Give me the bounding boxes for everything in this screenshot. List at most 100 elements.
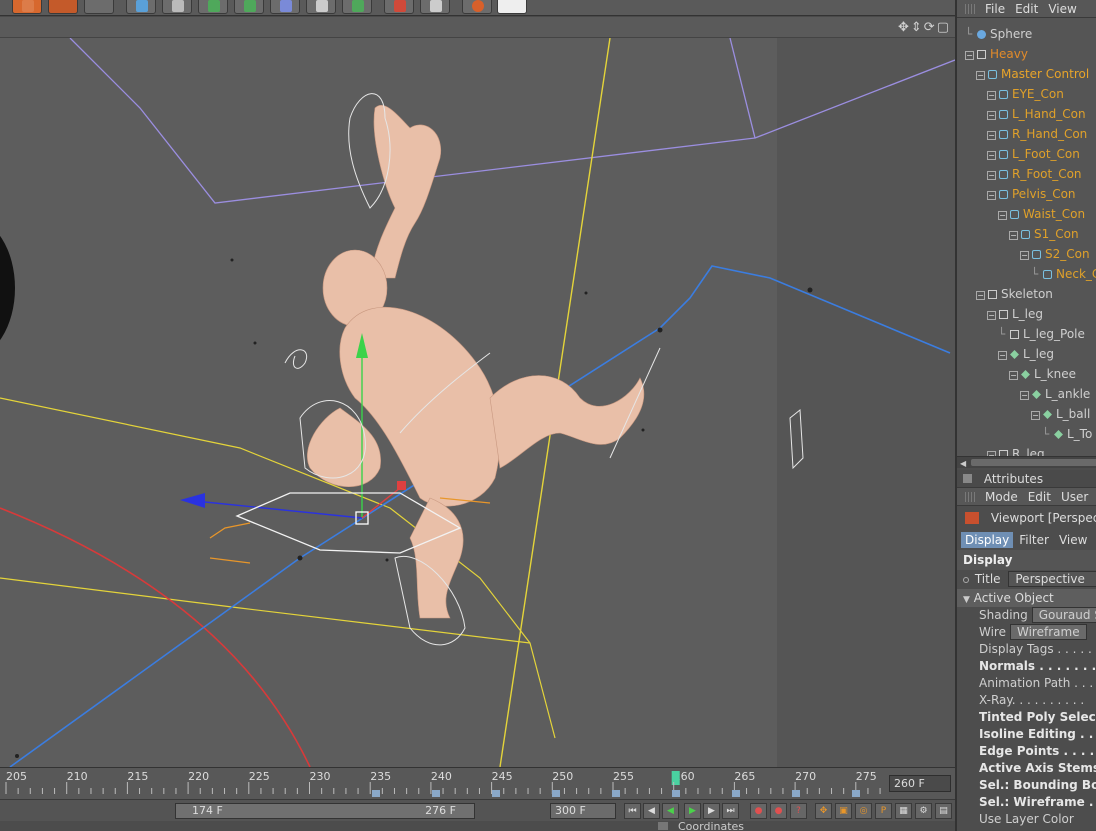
tree-expander-icon[interactable]: −: [987, 171, 996, 180]
attribute-dropdown[interactable]: Wireframe: [1010, 624, 1087, 640]
tree-expander-icon[interactable]: −: [976, 291, 985, 300]
key-position-icon[interactable]: ✥: [815, 803, 832, 819]
attribute-row[interactable]: Shading Gouraud S: [957, 607, 1096, 624]
tree-expander-icon[interactable]: −: [987, 91, 996, 100]
menu-edit[interactable]: Edit: [1015, 2, 1038, 16]
tree-item[interactable]: └ L_leg_Pole: [998, 324, 1085, 344]
autokey-icon[interactable]: ●: [770, 803, 787, 819]
key-pla-icon[interactable]: ▦: [895, 803, 912, 819]
tree-item[interactable]: − Waist_Con: [998, 204, 1085, 224]
attribute-dropdown[interactable]: Gouraud S: [1031, 607, 1096, 623]
tree-item[interactable]: − L_ball: [1031, 404, 1090, 424]
tree-item[interactable]: − L_Foot_Con: [987, 144, 1080, 164]
tree-item[interactable]: − R_leg: [987, 444, 1045, 456]
tree-item[interactable]: − S1_Con: [1009, 224, 1079, 244]
web-button[interactable]: [462, 0, 492, 14]
keyframe-marker[interactable]: [792, 790, 800, 797]
key-rotation-icon[interactable]: ◎: [855, 803, 872, 819]
tree-expander-icon[interactable]: −: [998, 211, 1007, 220]
tree-item[interactable]: └ Sphere: [965, 24, 1032, 44]
keyframe-marker[interactable]: [432, 790, 440, 797]
goz-button[interactable]: [497, 0, 527, 14]
title-radio-icon[interactable]: [963, 577, 969, 583]
select-tool-button[interactable]: [384, 0, 414, 14]
group-collapse-icon[interactable]: ▼: [963, 595, 970, 605]
tree-item[interactable]: └ L_To: [1042, 424, 1092, 444]
attribute-row[interactable]: X-Ray. . . . . . . . . .: [957, 692, 1096, 709]
attribute-row[interactable]: Wire Wireframe: [957, 624, 1096, 641]
tree-expander-icon[interactable]: −: [965, 51, 974, 60]
perspective-viewport[interactable]: ✥⇕⟳▢: [0, 17, 955, 767]
scheme-icon[interactable]: ▤: [935, 803, 952, 819]
tree-expander-icon[interactable]: −: [987, 311, 996, 320]
move-view-icon[interactable]: ✥: [898, 20, 911, 35]
tree-item[interactable]: − L_knee: [1009, 364, 1076, 384]
tree-item[interactable]: └ Neck_C: [1031, 264, 1096, 284]
attribute-row[interactable]: Isoline Editing . . .: [957, 726, 1096, 743]
record-keys-icon[interactable]: ●: [750, 803, 767, 819]
keyframe-marker[interactable]: [852, 790, 860, 797]
character-mesh[interactable]: [307, 105, 645, 619]
tree-expander-icon[interactable]: −: [987, 111, 996, 120]
tree-expander-icon[interactable]: −: [987, 151, 996, 160]
key-scale-icon[interactable]: ▣: [835, 803, 852, 819]
viewport-scene[interactable]: [0, 38, 955, 767]
scroll-left-icon[interactable]: ◀: [960, 459, 966, 468]
keyframe-selection-icon[interactable]: ?: [790, 803, 807, 819]
max-frame-field[interactable]: 300 F: [550, 803, 616, 819]
menu-mode[interactable]: Mode: [985, 490, 1018, 504]
menu-view[interactable]: View: [1048, 2, 1076, 16]
redo-button[interactable]: [48, 0, 78, 14]
attribute-row[interactable]: Active Axis Stems: [957, 760, 1096, 777]
key-parameter-icon[interactable]: P: [875, 803, 892, 819]
tree-item[interactable]: − L_leg: [987, 304, 1043, 324]
preview-range-slider[interactable]: 174 F 276 F: [175, 803, 475, 819]
keyframe-marker[interactable]: [732, 790, 740, 797]
attribute-row[interactable]: Display Tags . . . . . . .: [957, 641, 1096, 658]
deformer-button[interactable]: [270, 0, 300, 14]
array-button[interactable]: [234, 0, 264, 14]
tree-item[interactable]: − Pelvis_Con: [987, 184, 1076, 204]
tree-expander-icon[interactable]: −: [976, 71, 985, 80]
attribute-row[interactable]: Use Layer Color: [957, 811, 1096, 828]
settings-icon[interactable]: ⚙: [915, 803, 932, 819]
tree-horizontal-scrollbar[interactable]: ◀: [957, 456, 1096, 468]
tree-item[interactable]: − L_Hand_Con: [987, 104, 1086, 124]
attribute-row[interactable]: Animation Path . . . .: [957, 675, 1096, 692]
next-key-button[interactable]: ▶: [703, 803, 720, 819]
spline-pen-button[interactable]: [162, 0, 192, 14]
timeline-ruler[interactable]: 205 210 215 220 225 230 235 240 245 250 255 260 265 2…: [0, 767, 955, 799]
render-settings-button[interactable]: [420, 0, 450, 14]
scroll-thumb[interactable]: [971, 459, 1096, 466]
panel-close-icon[interactable]: [963, 474, 972, 483]
cube-primitive-button[interactable]: [126, 0, 156, 14]
environment-button[interactable]: [342, 0, 372, 14]
menu-attr-edit[interactable]: Edit: [1028, 490, 1051, 504]
previous-key-button[interactable]: ◀: [643, 803, 660, 819]
keyframe-marker[interactable]: [672, 790, 680, 797]
sphere-object[interactable]: [0, 218, 15, 358]
tree-expander-icon[interactable]: −: [1009, 231, 1018, 240]
tree-item[interactable]: − R_Foot_Con: [987, 164, 1082, 184]
attribute-row[interactable]: Sel.: Wireframe . . .: [957, 794, 1096, 811]
tree-item[interactable]: − S2_Con: [1020, 244, 1090, 264]
rotate-view-icon[interactable]: ⟳: [924, 20, 937, 35]
undo-button[interactable]: [12, 0, 42, 14]
tree-expander-icon[interactable]: −: [987, 131, 996, 140]
tree-expander-icon[interactable]: −: [1020, 251, 1029, 260]
play-forward-button[interactable]: ▶: [684, 803, 701, 819]
render-view-button[interactable]: [84, 0, 114, 14]
tree-item[interactable]: − L_leg: [998, 344, 1054, 364]
nurbs-button[interactable]: [198, 0, 228, 14]
tab-view[interactable]: View: [1055, 532, 1091, 548]
tree-item[interactable]: − Skeleton: [976, 284, 1053, 304]
attribute-row[interactable]: Edge Points . . . . .: [957, 743, 1096, 760]
tree-item[interactable]: − L_ankle: [1020, 384, 1090, 404]
tree-expander-icon[interactable]: −: [1020, 391, 1029, 400]
go-to-end-button[interactable]: ⏭: [722, 803, 739, 819]
maximize-icon[interactable]: ▢: [937, 20, 951, 35]
tab-filter[interactable]: Filter: [1015, 532, 1053, 548]
go-to-start-button[interactable]: ⏮: [624, 803, 641, 819]
tree-item[interactable]: − R_Hand_Con: [987, 124, 1087, 144]
group-heading[interactable]: Active Object: [974, 591, 1054, 605]
